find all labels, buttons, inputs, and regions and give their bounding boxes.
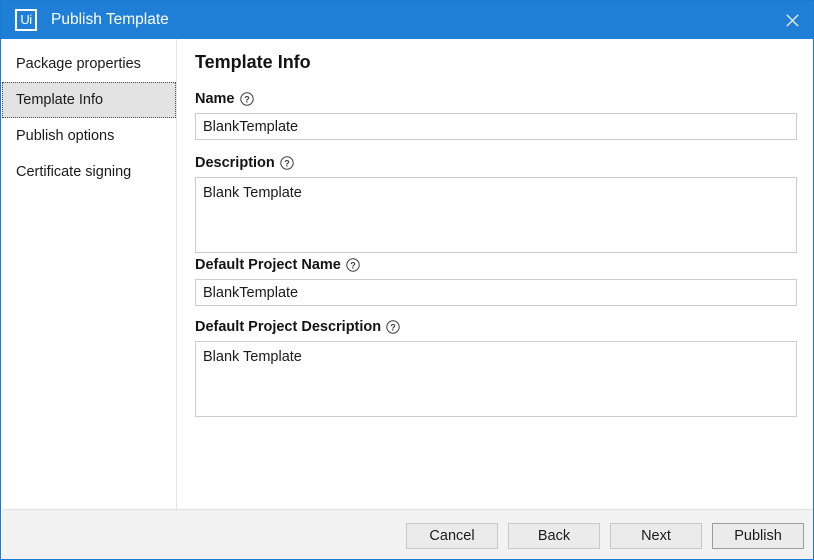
publish-button[interactable]: Publish — [712, 523, 804, 549]
help-circle-icon[interactable]: ? — [239, 91, 254, 106]
name-input[interactable] — [195, 113, 797, 140]
field-label-default-project-name: Default Project Name ? — [195, 255, 797, 274]
page-title: Template Info — [195, 52, 311, 72]
sidebar-item-label: Certificate signing — [16, 164, 132, 180]
field-label-text: Default Project Description — [195, 318, 382, 335]
help-circle-icon[interactable]: ? — [280, 155, 294, 170]
footer-bar: Cancel Back Next Publish — [2, 509, 813, 559]
field-default-project-name: Default Project Name ? — [195, 255, 797, 306]
help-circle-icon[interactable]: ? — [386, 319, 400, 334]
svg-text:?: ? — [244, 94, 250, 104]
uipath-logo-icon: Ui — [15, 9, 37, 31]
default-project-name-input[interactable] — [195, 279, 797, 306]
help-circle-icon[interactable]: ? — [346, 257, 360, 272]
close-icon — [785, 13, 799, 27]
field-label-text: Description — [195, 154, 275, 171]
field-name: Name ? — [195, 89, 797, 140]
back-button[interactable]: Back — [508, 523, 600, 549]
sidebar-item-publish-options[interactable]: Publish options — [2, 118, 176, 154]
next-button[interactable]: Next — [610, 523, 702, 549]
svg-text:?: ? — [284, 158, 290, 168]
svg-text:?: ? — [350, 260, 356, 270]
sidebar-item-label: Package properties — [16, 56, 141, 72]
cancel-button[interactable]: Cancel — [406, 523, 498, 549]
svg-text:?: ? — [390, 322, 396, 332]
content-panel: Template Info Name ? Description — [178, 39, 813, 509]
field-default-project-description: Default Project Description ? — [195, 317, 797, 422]
sidebar-item-template-info[interactable]: Template Info — [2, 82, 176, 118]
field-label-text: Name — [195, 90, 235, 107]
field-label-name: Name ? — [195, 89, 797, 108]
sidebar-item-label: Publish options — [16, 128, 115, 144]
field-label-default-project-description: Default Project Description ? — [195, 317, 797, 336]
field-label-description: Description ? — [195, 153, 797, 172]
title-bar: Ui Publish Template — [1, 1, 813, 39]
sidebar-item-certificate-signing[interactable]: Certificate signing — [2, 154, 176, 190]
close-button[interactable] — [769, 1, 813, 39]
window-title: Publish Template — [51, 11, 169, 28]
publish-template-dialog: Ui Publish Template Package properties T… — [0, 0, 814, 560]
sidebar-item-label: Template Info — [16, 92, 104, 108]
sidebar: Package properties Template Info Publish… — [2, 39, 177, 509]
field-label-text: Default Project Name — [195, 256, 341, 273]
description-textarea[interactable] — [195, 177, 797, 253]
sidebar-item-package-properties[interactable]: Package properties — [2, 46, 176, 82]
default-project-description-textarea[interactable] — [195, 341, 797, 417]
field-description: Description ? — [195, 153, 797, 258]
